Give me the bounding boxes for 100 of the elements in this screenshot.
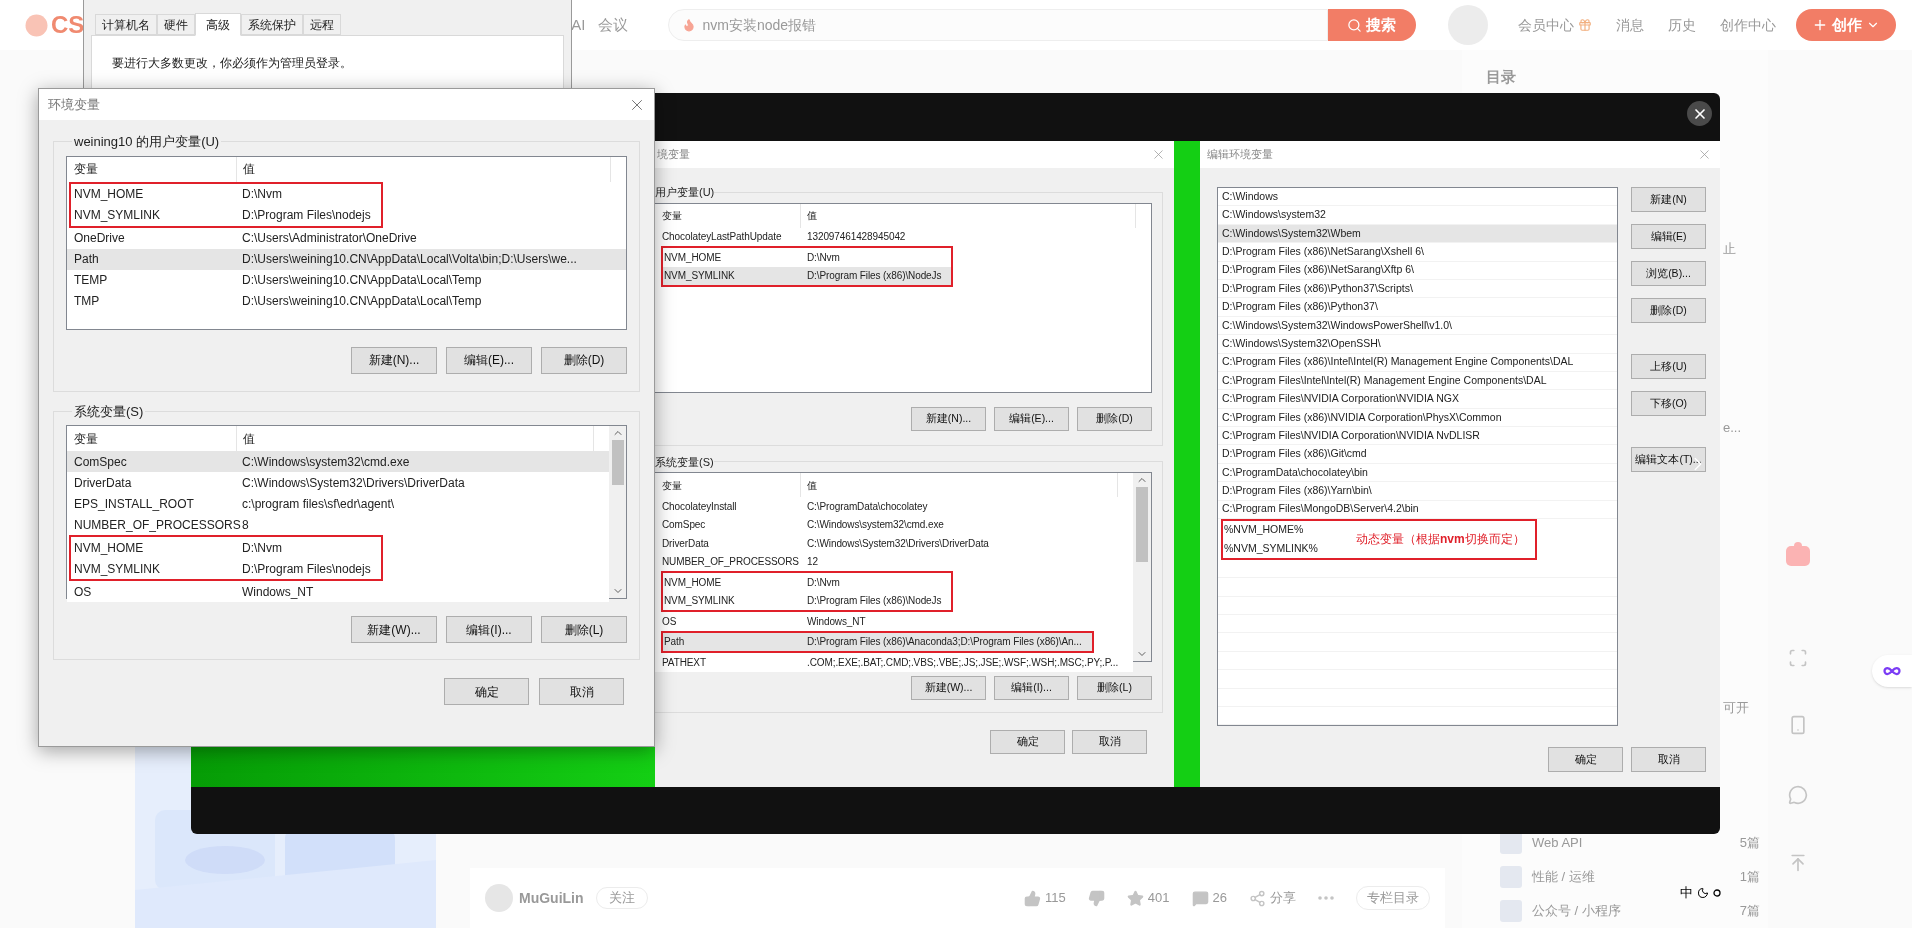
delete-button[interactable]: 删除(L) bbox=[1077, 676, 1152, 700]
variable-name: DriverData bbox=[661, 536, 710, 551]
variable-name: NVM_SYMLINK bbox=[663, 269, 736, 284]
thumbnail-icon bbox=[1500, 866, 1522, 888]
gift-icon bbox=[1577, 18, 1592, 32]
thumbnail-icon bbox=[1500, 832, 1522, 854]
scrollbar-thumb[interactable] bbox=[611, 440, 624, 485]
list-row[interactable]: ComSpec C:\Windows\system32\cmd.exe bbox=[67, 451, 609, 472]
variable-name: NVM_HOME bbox=[663, 250, 722, 265]
annotation-note: 动态变量（根据nvm切换而定） bbox=[1355, 531, 1525, 549]
list-row[interactable]: Path D:\Program Files (x86)\Anaconda3;D:\Program Files (x86)\An... bbox=[663, 632, 1092, 651]
scrollbar[interactable] bbox=[1133, 473, 1151, 661]
variable-name: EPS_INSTALL_ROOT bbox=[73, 495, 195, 513]
variable-name: NVM_SYMLINK bbox=[73, 207, 162, 224]
new-button[interactable]: 新建(N)... bbox=[351, 346, 437, 374]
group-label: 系统变量(S) bbox=[73, 402, 145, 421]
scrollbar-thumb[interactable] bbox=[1136, 487, 1148, 562]
delete-button[interactable]: 删除(D) bbox=[541, 346, 627, 374]
edit-button[interactable]: 编辑(E)... bbox=[994, 406, 1069, 431]
tab[interactable]: 远程 bbox=[303, 14, 341, 35]
column-header[interactable]: 变量 bbox=[67, 156, 237, 182]
new-button[interactable]: 新建(W)... bbox=[351, 616, 437, 643]
variable-value: C:\Windows\System32\Drivers\DriverData bbox=[806, 536, 989, 551]
action-label: 分享 bbox=[1270, 889, 1296, 908]
variable-name: ChocolateyInstall bbox=[661, 499, 738, 514]
flame-icon bbox=[681, 18, 696, 32]
notice-text: 要进行大多数更改，你必须作为管理员登录。 bbox=[112, 55, 353, 72]
dot-icon[interactable] bbox=[1713, 888, 1721, 897]
moon-icon[interactable] bbox=[1697, 886, 1709, 899]
thumbs-up-icon[interactable] bbox=[1024, 889, 1042, 907]
variable-value: D:\Nvm bbox=[241, 186, 282, 203]
variable-name: Path bbox=[73, 251, 100, 268]
scrollbar[interactable] bbox=[609, 426, 626, 598]
toc-text: 可开 bbox=[1723, 698, 1750, 717]
tab[interactable]: 计算机名 bbox=[95, 14, 157, 35]
edit-text-button[interactable]: 编辑文本(T)... bbox=[1631, 447, 1706, 472]
column-header[interactable]: 值 bbox=[801, 203, 1136, 228]
variable-value: D:\Users\weining10.CN\AppData\Local\Volta\bin;D:\Users\we... bbox=[241, 251, 577, 268]
window-title: 环境变量 bbox=[48, 95, 100, 114]
variable-name: OneDrive bbox=[73, 230, 126, 247]
variable-value: D:\Nvm bbox=[241, 539, 282, 557]
new-button[interactable]: 新建(N)... bbox=[911, 406, 986, 431]
variable-value: C:\ProgramData\chocolatey bbox=[806, 499, 928, 514]
variable-name: Path bbox=[663, 635, 686, 650]
variable-value: Windows_NT bbox=[241, 583, 314, 601]
floating-widget[interactable] bbox=[1872, 655, 1912, 687]
variable-value: C:\Users\Administrator\OneDrive bbox=[241, 230, 417, 247]
post-count: 1篇 bbox=[1739, 868, 1760, 887]
new-button[interactable]: 新建(W)... bbox=[911, 676, 986, 700]
new-button[interactable]: 新建(N) bbox=[1631, 187, 1706, 212]
comment-icon[interactable] bbox=[1191, 889, 1209, 907]
variable-value: 12 bbox=[806, 555, 818, 570]
avatar[interactable] bbox=[485, 884, 513, 912]
column-header[interactable]: 值 bbox=[237, 156, 611, 182]
edit-button[interactable]: 编辑(I)... bbox=[446, 616, 532, 643]
thumbs-down-icon[interactable] bbox=[1087, 889, 1105, 907]
group-label: 系统变量(S) bbox=[655, 454, 714, 470]
arrow-up-icon[interactable] bbox=[1788, 853, 1808, 873]
cancel-button[interactable]: 取消 bbox=[1072, 730, 1147, 754]
share-icon[interactable] bbox=[1249, 889, 1266, 907]
cancel-button[interactable]: 取消 bbox=[539, 678, 624, 705]
variable-value: C:\Windows\system32\cmd.exe bbox=[241, 453, 410, 471]
variable-value: D:\Program Files\nodejs bbox=[241, 207, 371, 224]
phone-icon[interactable] bbox=[1788, 715, 1808, 735]
edit-button[interactable]: 编辑(I)... bbox=[994, 676, 1069, 700]
move-up-button[interactable]: 上移(U) bbox=[1631, 354, 1706, 379]
star-icon[interactable] bbox=[1126, 889, 1144, 907]
chat-icon[interactable] bbox=[1788, 785, 1808, 805]
delete-button[interactable]: 删除(D) bbox=[1631, 298, 1706, 323]
variable-value: D:\Program Files (x86)\NodeJs bbox=[806, 269, 942, 284]
variable-value: D:\Users\weining10.CN\AppData\Local\Temp bbox=[241, 293, 482, 310]
edit-button[interactable]: 编辑(E)... bbox=[446, 346, 532, 374]
variable-name: NVM_SYMLINK bbox=[73, 560, 162, 578]
tab[interactable]: 高级 bbox=[195, 13, 241, 36]
variable-value: C:\Windows\System32\Drivers\DriverData bbox=[241, 474, 465, 492]
delete-button[interactable]: 删除(L) bbox=[541, 616, 627, 643]
ok-button[interactable]: 确定 bbox=[1548, 747, 1623, 772]
toc-title: 目录 bbox=[1486, 67, 1517, 87]
tab[interactable]: 硬件 bbox=[157, 14, 195, 35]
variable-value: D:\Program Files (x86)\Anaconda3;D:\Program Files (x86)\An... bbox=[806, 635, 1082, 650]
more-icon[interactable] bbox=[1318, 896, 1334, 900]
expand-icon[interactable] bbox=[1788, 648, 1808, 668]
variable-value: c:\program files\sf\edr\agent\ bbox=[241, 495, 395, 513]
group-label: weining10 的用户变量(U) bbox=[73, 133, 221, 151]
ime-indicator[interactable]: 中 bbox=[1680, 883, 1693, 903]
browse-button[interactable]: 浏览(B)... bbox=[1631, 261, 1706, 286]
list-row[interactable]: Path D:\Users\weining10.CN\AppData\Local\Volta\bin;D:\Users\we... bbox=[67, 248, 626, 270]
delete-button[interactable]: 删除(D) bbox=[1077, 406, 1152, 431]
variable-name: DriverData bbox=[73, 474, 133, 492]
ok-button[interactable]: 确定 bbox=[990, 730, 1065, 754]
ok-button[interactable]: 确定 bbox=[444, 678, 529, 705]
variable-name: ChocolateyLastPathUpdate bbox=[661, 230, 783, 245]
variable-value: Windows_NT bbox=[806, 614, 866, 629]
group-label: 用户变量(U) bbox=[655, 185, 715, 200]
variable-value: .COM;.EXE;.BAT;.CMD;.VBS;.VBE;.JS;.JSE;.WSF;.WSH;.MSC;.PY;.P... bbox=[806, 655, 1119, 670]
tab[interactable]: 系统保护 bbox=[241, 14, 303, 35]
edit-button[interactable]: 编辑(E) bbox=[1631, 224, 1706, 249]
search-field[interactable]: nvm安装node报错 bbox=[667, 9, 1328, 41]
cancel-button[interactable]: 取消 bbox=[1631, 747, 1706, 772]
move-down-button[interactable]: 下移(O) bbox=[1631, 391, 1706, 416]
